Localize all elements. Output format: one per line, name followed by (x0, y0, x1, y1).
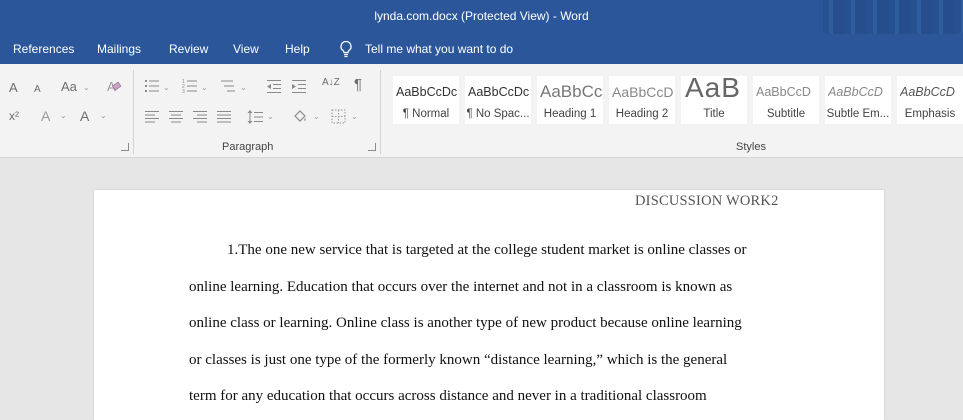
style-sample: AaBbCcD (828, 85, 883, 99)
style-subtitle[interactable]: AaBbCcD Subtitle (753, 76, 819, 124)
align-center-icon[interactable] (168, 110, 184, 124)
paragraph-dialog-launcher-icon[interactable] (368, 143, 376, 151)
borders-icon[interactable] (331, 109, 346, 124)
style-normal[interactable]: AaBbCcDc ¶ Normal (393, 76, 459, 124)
document-line: online class or learning. Online class i… (189, 315, 742, 331)
page-header: DISCUSSION WORK2 (635, 193, 779, 209)
title-bar: lynda.com.docx (Protected View) - Word (0, 0, 963, 34)
change-case-icon[interactable]: Aa (61, 80, 77, 94)
chevron-down-icon[interactable]: ⌄ (163, 83, 170, 92)
clear-formatting-icon[interactable]: A (106, 78, 122, 94)
bullets-icon[interactable] (144, 78, 160, 94)
numbering-icon[interactable]: 123 (182, 78, 198, 94)
style-name: Emphasis (904, 108, 956, 120)
ribbon: A A Aa ⌄ A x² A ⌄ A ⌄ ⌄ 123 ⌄ ⌄ A↓Z ¶ ⌄ … (0, 64, 963, 158)
style-name: ¶ No Spac... (466, 108, 530, 120)
superscript-icon[interactable]: x² (9, 109, 19, 123)
style-sample: AaBbCcD (756, 85, 811, 99)
style-heading-2[interactable]: AaBbCcD Heading 2 (609, 76, 675, 124)
chevron-down-icon[interactable]: ⌄ (100, 111, 107, 120)
style-sample: AaBbCcDc (468, 85, 530, 99)
tab-view[interactable]: View (233, 42, 259, 56)
font-color-icon[interactable]: A (80, 109, 89, 123)
style-emphasis[interactable]: AaBbCcD Emphasis (897, 76, 963, 124)
document-line: online learning. Education that occurs o… (189, 279, 733, 295)
sort-icon[interactable]: A↓Z (322, 78, 340, 88)
style-sample: AaBbCcD (900, 85, 955, 99)
style-no-spacing[interactable]: AaBbCcDc ¶ No Spac... (465, 76, 531, 124)
style-name: Heading 2 (615, 108, 669, 120)
document-page[interactable]: DISCUSSION WORK2 1.The one new service t… (94, 190, 884, 420)
chevron-down-icon[interactable]: ⌄ (267, 112, 274, 121)
style-heading-1[interactable]: AaBbCc Heading 1 (537, 76, 603, 124)
grow-font-icon[interactable]: A (9, 81, 18, 95)
chevron-down-icon[interactable]: ⌄ (351, 112, 358, 121)
style-sample: AaBbCc (540, 82, 602, 101)
chevron-down-icon[interactable]: ⌄ (201, 83, 208, 92)
tell-me-search[interactable]: Tell me what you want to do (365, 42, 513, 56)
justify-icon[interactable] (216, 110, 232, 124)
font-dialog-launcher-icon[interactable] (121, 143, 129, 151)
chevron-down-icon[interactable]: ⌄ (60, 111, 67, 120)
document-line: or classes is just one type of the forme… (189, 352, 728, 368)
align-left-icon[interactable] (144, 110, 160, 124)
style-name: Subtitle (766, 108, 806, 120)
line-spacing-icon[interactable] (247, 109, 263, 125)
svg-text:3: 3 (182, 89, 185, 94)
style-title[interactable]: AaB Title (681, 72, 747, 124)
group-separator (380, 70, 381, 154)
style-sample: AaB (685, 72, 741, 103)
style-name: Title (703, 108, 725, 120)
multilevel-list-icon[interactable] (220, 78, 236, 94)
title-bar-pattern (823, 0, 963, 34)
style-subtle-emphasis[interactable]: AaBbCcD Subtle Em... (825, 76, 891, 124)
window-title: lynda.com.docx (Protected View) - Word (374, 9, 589, 23)
tab-mailings[interactable]: Mailings (97, 42, 141, 56)
increase-indent-icon[interactable] (291, 78, 307, 94)
style-name: Heading 1 (543, 108, 597, 120)
style-sample: AaBbCcD (612, 84, 674, 100)
tab-references[interactable]: References (13, 42, 74, 56)
decrease-indent-icon[interactable] (266, 78, 282, 94)
chevron-down-icon[interactable]: ⌄ (313, 112, 320, 121)
style-sample: AaBbCcDc (396, 85, 458, 99)
styles-group-label: Styles (736, 141, 766, 153)
paragraph-group-label: Paragraph (222, 141, 274, 153)
chevron-down-icon[interactable]: ⌄ (240, 83, 247, 92)
group-separator (133, 70, 134, 154)
style-name: ¶ Normal (402, 108, 450, 120)
document-line: term for any education that occurs acros… (189, 388, 707, 404)
style-name: Subtle Em... (826, 108, 890, 120)
tab-help[interactable]: Help (285, 42, 310, 56)
ribbon-tabs: References Mailings Review View Help Tel… (0, 34, 963, 64)
shrink-font-icon[interactable]: A (34, 83, 41, 97)
show-formatting-marks-icon[interactable]: ¶ (354, 77, 362, 92)
chevron-down-icon[interactable]: ⌄ (83, 83, 90, 92)
tab-review[interactable]: Review (169, 42, 208, 56)
lightbulb-icon[interactable] (339, 40, 353, 58)
shading-icon[interactable] (292, 109, 308, 125)
document-line: 1.The one new service that is targeted a… (227, 242, 747, 258)
text-effects-icon[interactable]: A (41, 109, 50, 123)
align-right-icon[interactable] (192, 110, 208, 124)
